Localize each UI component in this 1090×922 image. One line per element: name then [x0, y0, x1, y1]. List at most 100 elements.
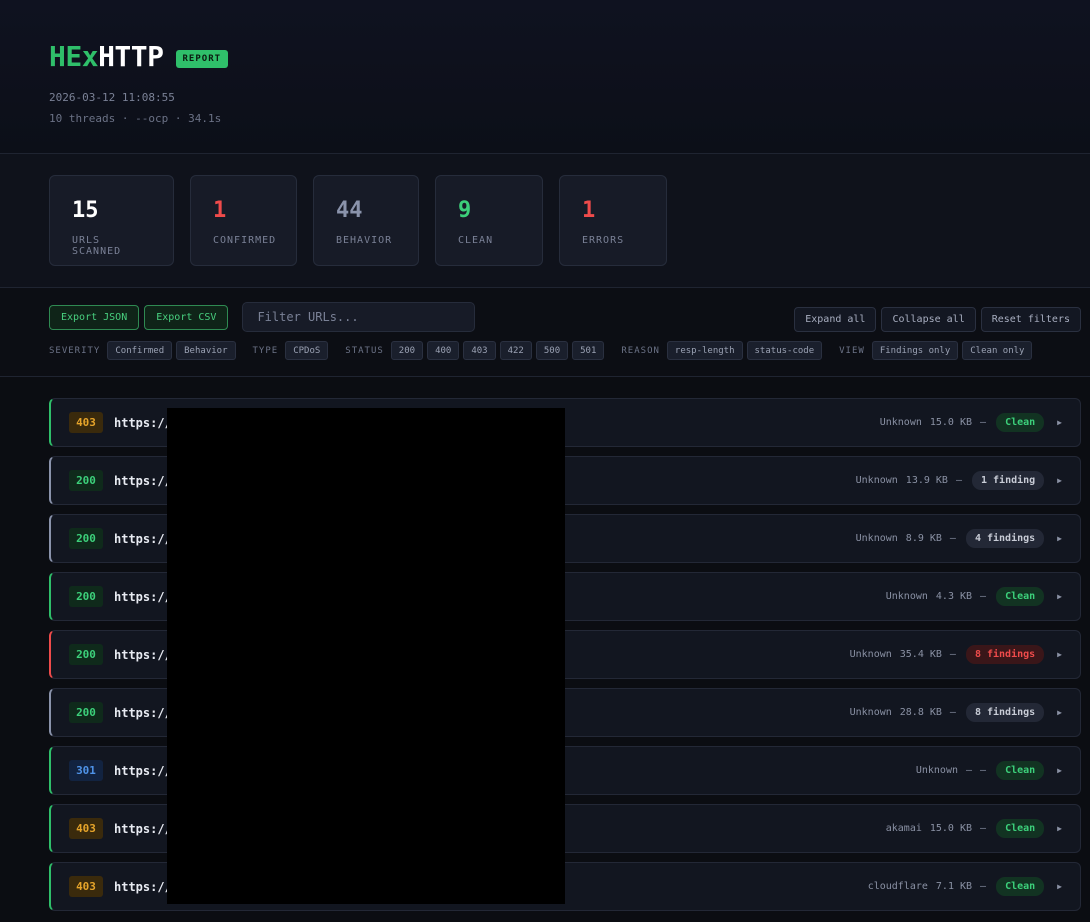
stat-behavior: 44 BEHAVIOR [313, 175, 419, 266]
chip-status-501[interactable]: 501 [572, 341, 605, 360]
export-csv-button[interactable]: Export CSV [144, 304, 229, 330]
type-label: TYPE [252, 345, 279, 356]
row-dash: – [949, 707, 956, 718]
row-dash: – [980, 765, 987, 776]
row-size: 8.9 KB [905, 533, 942, 544]
chip-view-findings-only[interactable]: Findings only [871, 341, 959, 360]
row-cdn: Unknown [855, 475, 898, 486]
chevron-right-icon[interactable]: ▶ [1057, 650, 1062, 659]
chip-status-200[interactable]: 200 [390, 341, 424, 360]
row-url: https:// [114, 589, 172, 604]
row-dash: – [980, 823, 987, 834]
row-dash: – [949, 649, 956, 660]
chevron-right-icon[interactable]: ▶ [1057, 476, 1062, 485]
row-meta: Unknown 8.9 KB –4 findings ▶ [856, 529, 1062, 548]
stat-urls-scanned: 15 URLS SCANNED [49, 175, 174, 266]
result-pill: 8 findings [965, 703, 1045, 722]
row-size: 7.1 KB [935, 881, 973, 892]
result-pill: 1 finding [971, 471, 1045, 490]
row-url: https:// [114, 879, 172, 894]
row-size: 13.9 KB [905, 475, 948, 486]
row-dash: – [955, 475, 962, 486]
row-cdn: Unknown [849, 649, 892, 660]
row-cdn: akamai [885, 823, 922, 834]
redaction-block [167, 408, 565, 904]
stat-value: 44 [336, 198, 363, 223]
row-size: 35.4 KB [899, 649, 942, 660]
row-cdn: cloudflare [867, 881, 928, 892]
chip-severity-behavior[interactable]: Behavior [176, 341, 236, 360]
chip-status-403[interactable]: 403 [463, 341, 496, 360]
stat-confirmed: 1 CONFIRMED [190, 175, 297, 266]
chevron-right-icon[interactable]: ▶ [1057, 708, 1062, 717]
logo-http: HTTP [98, 40, 164, 73]
chevron-right-icon[interactable]: ▶ [1057, 824, 1062, 833]
reset-filters-button[interactable]: Reset filters [980, 307, 1081, 332]
stat-value: 1 [582, 198, 596, 223]
row-meta: cloudflare 7.1 KB – Clean ▶ [868, 877, 1062, 896]
status-code-badge: 200 [69, 528, 103, 549]
stat-value: 15 [72, 198, 99, 223]
status-code-badge: 403 [69, 412, 103, 433]
chip-status-422[interactable]: 422 [499, 341, 532, 360]
chip-severity-confirmed[interactable]: Confirmed [107, 341, 173, 360]
row-cdn: Unknown [879, 417, 922, 428]
result-pill: Clean [996, 413, 1045, 432]
reason-label: REASON [621, 345, 660, 356]
view-label: VIEW [839, 345, 865, 356]
result-pill: Clean [996, 587, 1045, 606]
chevron-right-icon[interactable]: ▶ [1057, 418, 1062, 427]
severity-label: SEVERITY [49, 345, 101, 356]
chip-type-cpdos[interactable]: CPDoS [285, 341, 329, 360]
row-cdn: Unknown [885, 591, 928, 602]
status-code-badge: 200 [69, 644, 103, 665]
chip-view-clean-only[interactable]: Clean only [962, 341, 1033, 360]
chevron-right-icon[interactable]: ▶ [1057, 882, 1062, 891]
view-filter-group: VIEW Findings only Clean only [839, 341, 1036, 360]
result-pill: 4 findings [965, 529, 1045, 548]
row-cdn: Unknown [849, 707, 892, 718]
severity-filter-group: SEVERITY Confirmed Behavior [49, 341, 240, 360]
row-size: 4.3 KB [935, 591, 973, 602]
toolbar-right-actions: Expand all Collapse all Reset filters [794, 307, 1081, 332]
result-pill: 8 findings [965, 645, 1045, 664]
row-dash: – [980, 417, 987, 428]
stat-value: 1 [213, 198, 227, 223]
filter-urls-input[interactable] [242, 302, 476, 332]
status-filter-group: STATUS 200 400 403 422 500 501 [345, 341, 608, 360]
status-code-badge: 301 [69, 760, 103, 781]
export-json-button[interactable]: Export JSON [49, 304, 140, 330]
stat-clean: 9 CLEAN [435, 175, 543, 266]
row-meta: Unknown 4.3 KB – Clean ▶ [886, 587, 1062, 606]
chip-reason-resp-length[interactable]: resp-length [666, 341, 743, 360]
row-dash: – [980, 591, 987, 602]
row-size: 15.0 KB [929, 417, 973, 428]
type-filter-group: TYPE CPDoS [253, 341, 333, 360]
logo-hex: HEx [49, 40, 99, 73]
row-dash: – [980, 881, 987, 892]
result-pill: Clean [996, 761, 1045, 780]
chevron-right-icon[interactable]: ▶ [1057, 592, 1062, 601]
chevron-right-icon[interactable]: ▶ [1057, 534, 1062, 543]
row-meta: akamai 15.0 KB – Clean ▶ [886, 819, 1062, 838]
report-header: HExHTTP REPORT 2026-03-12 11:08:55 10 th… [0, 0, 1090, 154]
collapse-all-button[interactable]: Collapse all [881, 307, 976, 332]
row-cdn: Unknown [855, 533, 898, 544]
row-url: https:// [114, 705, 172, 720]
stat-label: CLEAN [458, 235, 494, 246]
title-row: HExHTTP REPORT [49, 40, 1090, 73]
row-meta: Unknown 13.9 KB –1 finding ▶ [856, 471, 1062, 490]
chip-status-400[interactable]: 400 [427, 341, 460, 360]
stat-value: 9 [458, 198, 472, 223]
chip-status-500[interactable]: 500 [535, 341, 569, 360]
row-url: https:// [114, 415, 172, 430]
chip-reason-status-code[interactable]: status-code [746, 341, 823, 360]
expand-all-button[interactable]: Expand all [794, 307, 877, 332]
stat-label: URLS SCANNED [72, 235, 122, 257]
stat-label: BEHAVIOR [336, 235, 393, 246]
result-pill: Clean [996, 819, 1045, 838]
row-meta: Unknown 35.4 KB –8 findings ▶ [850, 645, 1062, 664]
row-meta: Unknown – – Clean ▶ [916, 761, 1062, 780]
chevron-right-icon[interactable]: ▶ [1057, 766, 1062, 775]
stat-errors: 1 ERRORS [559, 175, 667, 266]
